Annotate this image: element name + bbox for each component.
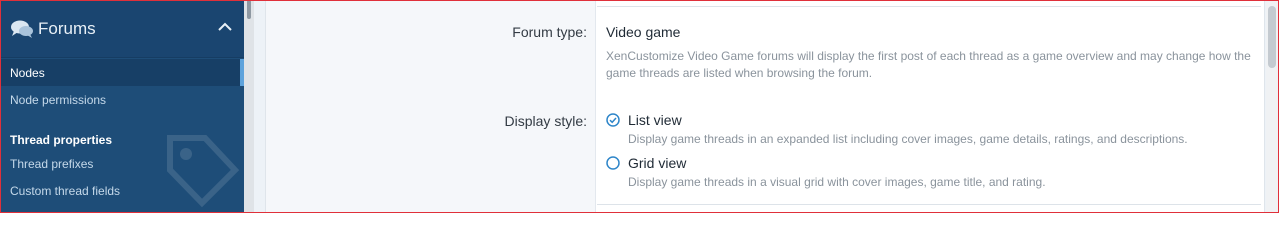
page-scrollbar-thumb[interactable] bbox=[1268, 6, 1276, 68]
display-style-label: Display style: bbox=[504, 113, 587, 129]
forum-type-value: Video game bbox=[606, 24, 681, 40]
radio-checked-icon[interactable] bbox=[606, 113, 620, 127]
forum-type-description: XenCustomize Video Game forums will disp… bbox=[606, 49, 1251, 80]
sidebar-item-thread-prefixes[interactable]: Thread prefixes bbox=[10, 157, 93, 171]
sidebar-scrollbar-thumb[interactable] bbox=[247, 0, 251, 19]
divider bbox=[597, 6, 1261, 7]
sidebar-item-nodes[interactable]: Nodes bbox=[10, 66, 45, 80]
sidebar-section-title: Thread properties bbox=[10, 133, 113, 147]
sidebar-title: Forums bbox=[38, 19, 96, 38]
sidebar: Forums Nodes Node permissions Thread pro… bbox=[0, 0, 244, 213]
radio-label[interactable]: Grid view bbox=[628, 155, 686, 171]
radio-unchecked-icon[interactable] bbox=[606, 156, 620, 170]
tag-icon bbox=[167, 135, 240, 208]
forum-type-label: Forum type: bbox=[512, 24, 587, 40]
sidebar-item-custom-thread-fields[interactable]: Custom thread fields bbox=[10, 184, 120, 198]
chevron-up-icon[interactable] bbox=[218, 22, 232, 32]
radio-description: Display game threads in an expanded list… bbox=[628, 132, 1188, 146]
sidebar-section-header[interactable]: Forums bbox=[0, 0, 244, 58]
sidebar-scrollbar[interactable] bbox=[244, 0, 254, 213]
comments-icon bbox=[11, 20, 33, 38]
divider bbox=[597, 204, 1261, 205]
radio-label[interactable]: List view bbox=[628, 112, 682, 128]
radio-description: Display game threads in a visual grid wi… bbox=[628, 175, 1046, 189]
sidebar-item-node-permissions[interactable]: Node permissions bbox=[10, 93, 106, 107]
